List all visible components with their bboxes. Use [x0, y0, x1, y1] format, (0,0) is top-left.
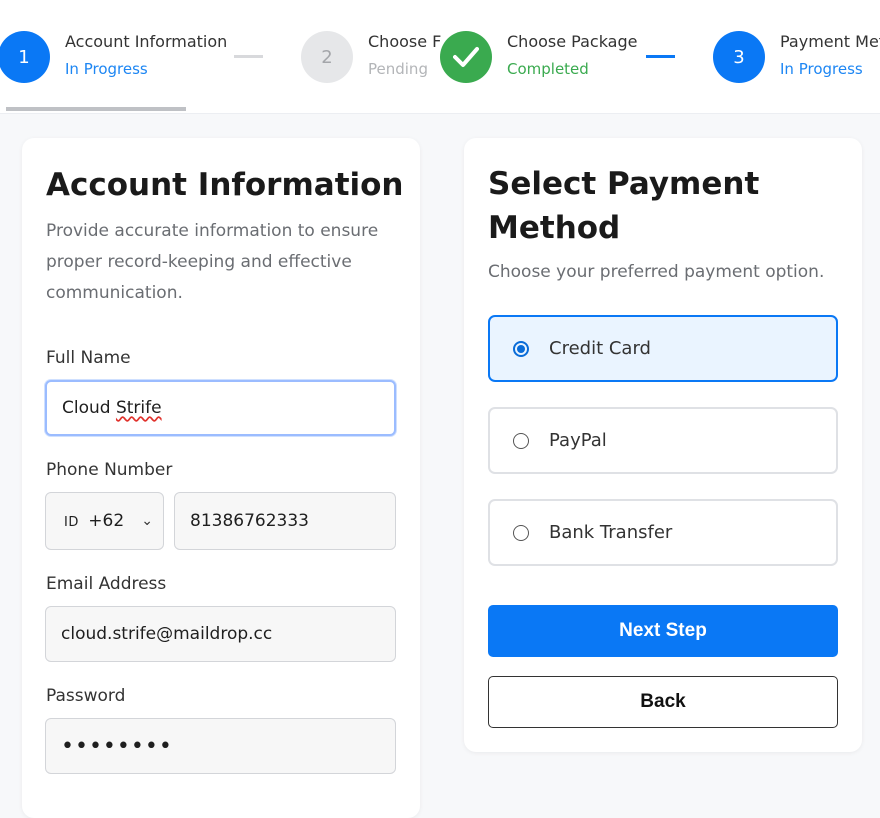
step-progress-underline: [6, 107, 186, 111]
step-package-status: Completed: [507, 60, 589, 78]
step-2-status: Pending: [368, 60, 428, 78]
password-label: Password: [46, 686, 126, 706]
progress-stepper: 1 Account Information In Progress 2 Choo…: [0, 0, 880, 114]
step-2-title: Choose F: [368, 32, 442, 51]
email-address-value: cloud.strife@maildrop.cc: [61, 624, 273, 644]
payment-description: Choose your preferred payment option.: [488, 262, 825, 282]
payment-option-label: PayPal: [549, 430, 607, 451]
email-address-label: Email Address: [46, 574, 167, 594]
step-3-number-badge: 3: [713, 31, 765, 83]
email-address-input[interactable]: cloud.strife@maildrop.cc: [45, 606, 396, 662]
radio-unselected-icon[interactable]: [513, 524, 529, 541]
payment-option-paypal[interactable]: PayPal: [488, 407, 838, 474]
country-flag-icon: ID: [64, 515, 79, 530]
step-package-title: Choose Package: [507, 32, 638, 51]
account-title: Account Information: [46, 167, 404, 203]
full-name-label: Full Name: [46, 348, 131, 368]
payment-option-bank-transfer[interactable]: Bank Transfer: [488, 499, 838, 566]
phone-number-label: Phone Number: [46, 460, 173, 480]
step-connector-active: [646, 55, 675, 58]
step-1-title: Account Information: [65, 32, 228, 51]
step-1-number-badge: 1: [0, 31, 50, 83]
radio-selected-icon[interactable]: [513, 340, 529, 357]
password-value: ••••••••: [61, 733, 173, 759]
country-code-value: +62: [88, 511, 125, 531]
password-input[interactable]: ••••••••: [45, 718, 396, 774]
payment-option-credit-card[interactable]: Credit Card: [488, 315, 838, 382]
phone-number-input[interactable]: 81386762333: [174, 492, 396, 550]
chevron-down-icon: ⌄: [141, 513, 153, 529]
country-code-select[interactable]: ID +62 ⌄: [45, 492, 164, 550]
payment-option-label: Bank Transfer: [549, 522, 673, 543]
step-3-status: In Progress: [780, 60, 863, 78]
step-1-status: In Progress: [65, 60, 148, 78]
phone-number-value: 81386762333: [190, 511, 309, 531]
account-description: Provide accurate information to ensure p…: [46, 221, 379, 303]
payment-title: Select Payment Method: [488, 166, 760, 246]
back-button[interactable]: Back: [488, 676, 838, 728]
payment-option-label: Credit Card: [549, 338, 651, 359]
step-completed-badge: [440, 31, 492, 83]
checkmark-icon: [453, 47, 479, 67]
next-step-button[interactable]: Next Step: [488, 605, 838, 657]
step-3-title: Payment Met: [780, 32, 880, 51]
payment-method-card: Select Payment Method Choose your prefer…: [464, 138, 862, 752]
full-name-value: Cloud Strife: [62, 398, 162, 418]
full-name-input[interactable]: Cloud Strife: [45, 380, 396, 436]
radio-unselected-icon[interactable]: [513, 432, 529, 449]
step-connector: [234, 55, 263, 58]
account-information-card: Account Information Provide accurate inf…: [22, 138, 420, 818]
step-2-number-badge: 2: [301, 31, 353, 83]
